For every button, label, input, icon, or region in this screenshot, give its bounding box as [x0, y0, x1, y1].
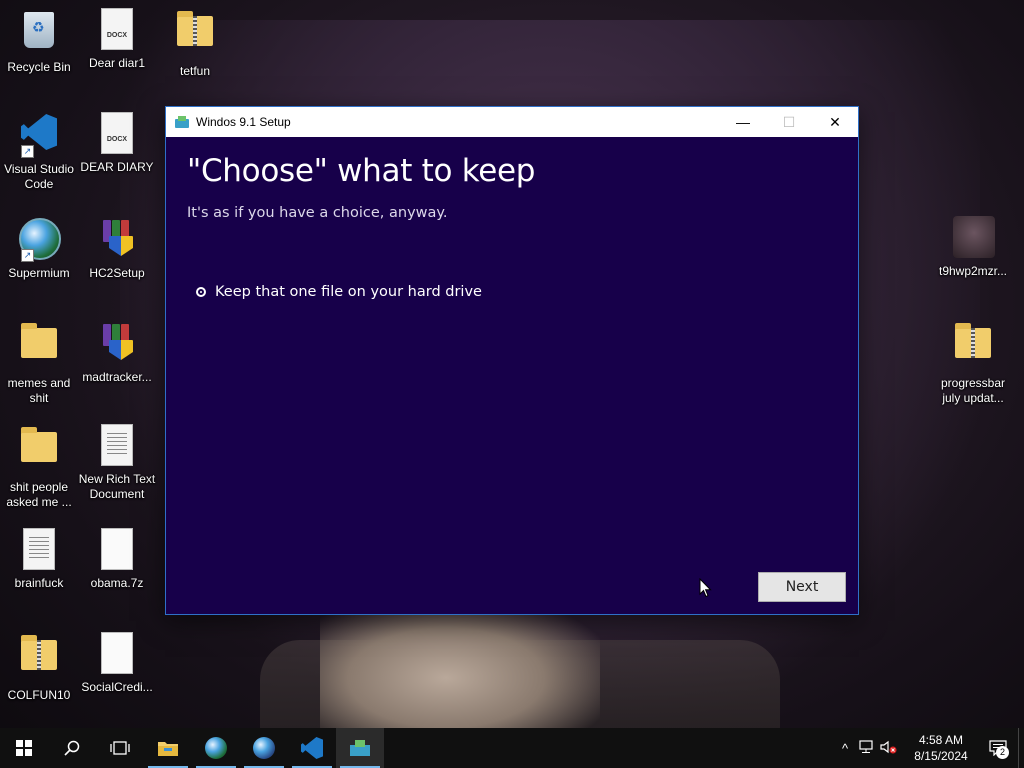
- desktop-icon-hc2setup[interactable]: HC2Setup: [78, 216, 156, 281]
- desktop-icon-dear-diary[interactable]: DOCX DEAR DIARY: [78, 112, 156, 175]
- volume-muted-icon[interactable]: [878, 740, 900, 757]
- taskbar-browser-1[interactable]: [192, 728, 240, 768]
- shortcut-arrow-icon: ↗: [21, 249, 34, 262]
- folder-icon: [21, 323, 57, 358]
- wallpaper-hand: [320, 600, 600, 730]
- desktop-icon-socialcredit[interactable]: SocialCredi...: [78, 632, 156, 695]
- desktop-icon-supermium[interactable]: ↗ Supermium: [0, 216, 78, 281]
- desktop-icon-label: Supermium: [8, 266, 70, 280]
- desktop-icon-t9hwp2mzr[interactable]: t9hwp2mzr...: [934, 216, 1012, 279]
- docx-icon: DOCX: [101, 8, 133, 50]
- task-view-button[interactable]: [96, 728, 144, 768]
- recycle-bin-icon: [24, 12, 54, 48]
- task-view-icon: [110, 741, 130, 755]
- desktop-icon-label: COLFUN10: [7, 688, 71, 702]
- keep-option-label: Keep that one file on your hard drive: [215, 284, 482, 300]
- title-bar[interactable]: Windos 9.1 Setup — ☐ ✕: [166, 107, 858, 137]
- docx-icon: DOCX: [101, 112, 133, 154]
- page-title: "Choose" what to keep: [187, 153, 536, 189]
- desktop-icon-label: shit people asked me ...: [6, 480, 72, 509]
- browser-icon: [205, 737, 227, 759]
- desktop-icon-brainfuck[interactable]: brainfuck: [0, 528, 78, 591]
- desktop-icon-label: memes and shit: [7, 376, 71, 405]
- zip-folder-icon: [21, 635, 57, 670]
- maximize-button[interactable]: ☐: [766, 107, 812, 137]
- desktop-icon-progressbar[interactable]: progressbar july updat...: [934, 320, 1012, 406]
- desktop-icon-label: SocialCredi...: [81, 680, 153, 694]
- setup-app-icon: [175, 116, 189, 128]
- desktop-icon-label: Dear diar1: [88, 56, 146, 70]
- clock-date: 8/15/2024: [914, 749, 968, 763]
- taskbar-setup[interactable]: [336, 728, 384, 768]
- page-subtitle: It's as if you have a choice, anyway.: [187, 205, 448, 221]
- folder-icon: [21, 427, 57, 462]
- taskbar-file-explorer[interactable]: [144, 728, 192, 768]
- desktop-icon-label: progressbar july updat...: [940, 376, 1006, 405]
- desktop-icon-label: Visual Studio Code: [4, 162, 74, 191]
- desktop-icon-label: HC2Setup: [89, 266, 145, 280]
- desktop-icon-label: obama.7z: [90, 576, 144, 590]
- desktop-icon-visual-studio-code[interactable]: ↗ Visual Studio Code: [0, 112, 78, 192]
- close-button[interactable]: ✕: [812, 107, 858, 137]
- notification-count-badge: 2: [996, 746, 1009, 759]
- network-icon[interactable]: [856, 739, 878, 757]
- desktop-icon-label: madtracker...: [82, 370, 152, 384]
- action-center-button[interactable]: 2: [978, 728, 1018, 768]
- taskbar-vscode[interactable]: [288, 728, 336, 768]
- taskbar: ^ 4:58 AM 8/15/2024 2: [0, 728, 1024, 768]
- desktop-icon-label: Recycle Bin: [7, 60, 71, 74]
- winrar-icon: [97, 322, 137, 362]
- start-icon: [16, 740, 32, 756]
- setup-content: "Choose" what to keep It's as if you hav…: [166, 138, 858, 614]
- shortcut-arrow-icon: ↗: [21, 145, 34, 158]
- radio-selected-icon[interactable]: [196, 287, 206, 297]
- close-icon: ✕: [829, 113, 841, 130]
- minimize-icon: —: [736, 114, 750, 130]
- desktop-icon-label: brainfuck: [14, 576, 64, 590]
- desktop-icon-label: tetfun: [179, 64, 211, 78]
- desktop-icon-memes[interactable]: memes and shit: [0, 320, 78, 406]
- setup-window: Windos 9.1 Setup — ☐ ✕ "Choose" what to …: [165, 106, 859, 615]
- desktop-icon-colfun10[interactable]: COLFUN10: [0, 632, 78, 703]
- keep-option-radio[interactable]: Keep that one file on your hard drive: [196, 284, 482, 300]
- show-desktop-button[interactable]: [1018, 728, 1024, 768]
- system-tray: ^ 4:58 AM 8/15/2024 2: [834, 728, 1024, 768]
- file-icon: [101, 528, 133, 570]
- text-file-icon: [23, 528, 55, 570]
- rtf-icon: [101, 424, 133, 466]
- desktop-icon-label: DEAR DIARY: [80, 160, 154, 174]
- desktop-icon-label: New Rich Text Document: [78, 472, 156, 501]
- desktop-icon-tetfun[interactable]: tetfun: [156, 8, 234, 79]
- winrar-icon: [97, 218, 137, 258]
- image-icon: [953, 216, 995, 258]
- chevron-up-icon[interactable]: ^: [834, 741, 856, 756]
- desktop-icon-recycle-bin[interactable]: Recycle Bin: [0, 8, 78, 75]
- zip-folder-icon: [955, 323, 991, 358]
- file-icon: [101, 632, 133, 674]
- window-title: Windos 9.1 Setup: [196, 115, 291, 129]
- clock-time: 4:58 AM: [918, 733, 964, 747]
- desktop-icon-madtracker[interactable]: madtracker...: [78, 320, 156, 385]
- desktop-icon-new-rich-text[interactable]: New Rich Text Document: [78, 424, 156, 502]
- setup-icon: [350, 740, 370, 756]
- vscode-icon: [301, 737, 323, 759]
- desktop-icon-dear-diar1[interactable]: DOCX Dear diar1: [78, 8, 156, 71]
- file-explorer-icon: [158, 742, 178, 756]
- start-button[interactable]: [0, 728, 48, 768]
- minimize-button[interactable]: —: [720, 107, 766, 137]
- zip-folder-icon: [177, 11, 213, 46]
- desktop-icon-shit-people-asked[interactable]: shit people asked me ...: [0, 424, 78, 510]
- desktop-icon-obama-7z[interactable]: obama.7z: [78, 528, 156, 591]
- browser-icon: [253, 737, 275, 759]
- taskbar-clock[interactable]: 4:58 AM 8/15/2024: [904, 732, 978, 764]
- search-icon: [64, 740, 80, 756]
- search-button[interactable]: [48, 728, 96, 768]
- desktop-icon-label: t9hwp2mzr...: [938, 264, 1008, 278]
- taskbar-browser-2[interactable]: [240, 728, 288, 768]
- next-button[interactable]: Next: [758, 572, 846, 602]
- maximize-icon: ☐: [782, 113, 796, 130]
